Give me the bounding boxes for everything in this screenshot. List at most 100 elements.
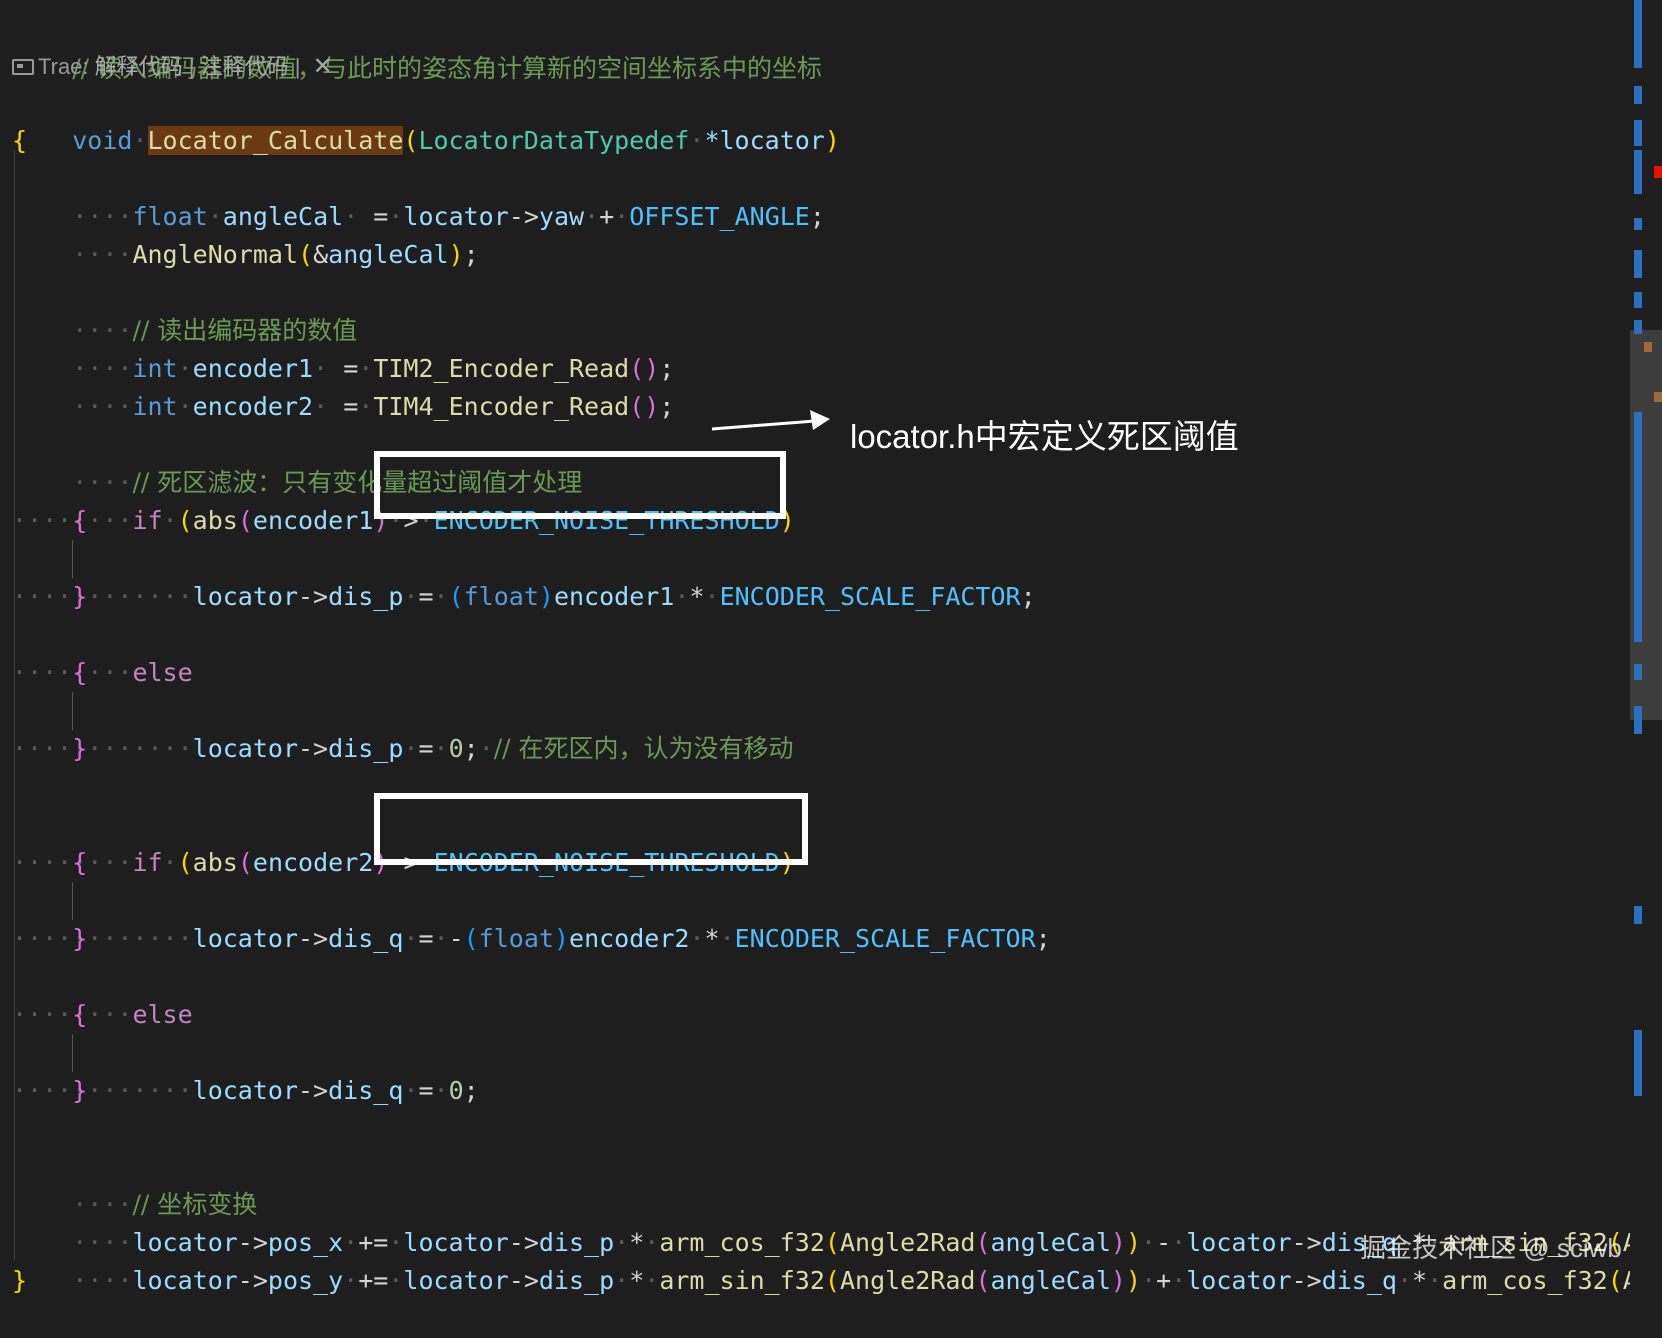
code-line-encoder2: ····int·encoder2· =·TIM4_Encoder_Read(); — [72, 392, 675, 421]
identifier: locator — [192, 734, 298, 763]
code-line-brace: ····} — [12, 924, 88, 953]
identifier: locator — [192, 1076, 298, 1105]
keyword-int: int — [132, 392, 178, 421]
change-marker — [1634, 0, 1642, 68]
code-line-else: ····else — [72, 658, 193, 687]
code-line-dis-p-zero: ········locator->dis_p·=·0;·// 在死区内，认为没有… — [72, 734, 794, 763]
number: 0 — [448, 1076, 464, 1105]
code-editor[interactable]: // 读入编码器的数值，与此时的姿态角计算新的空间坐标系中的坐标 Trae: 解… — [0, 0, 1662, 1300]
identifier: encoder2 — [569, 924, 690, 953]
macro: ENCODER_SCALE_FACTOR — [734, 924, 1036, 953]
highlight-box-threshold-1 — [374, 451, 786, 519]
annotate-code-link[interactable]: 注释代码 — [201, 52, 289, 82]
identifier: encoder2 — [252, 848, 374, 877]
keyword-else: else — [132, 658, 193, 687]
codelens-prefix: Trae: — [38, 54, 95, 79]
identifier: locator — [192, 582, 298, 611]
function-call: abs — [192, 848, 238, 877]
param-type: LocatorDataTypedef — [418, 126, 690, 155]
code-line-brace: ····{ — [12, 1000, 88, 1029]
watermark: 掘金技术社区 @ sciwb — [1360, 1233, 1622, 1263]
code-line-else: ····else — [72, 1000, 193, 1029]
code-line-brace: ····{ — [12, 506, 88, 535]
identifier: pos_y — [267, 1266, 344, 1295]
error-marker — [1654, 166, 1662, 178]
code-line-brace: ····} — [12, 582, 88, 611]
identifier: encoder1 — [553, 582, 675, 611]
identifier: angleCal — [328, 240, 449, 269]
change-marker — [1634, 150, 1642, 194]
code-line-dis-p-assign: ········locator->dis_p·=·(float)encoder1… — [72, 582, 1036, 611]
function-call: Angle2Rad — [839, 1266, 976, 1295]
code-line-dis-q-assign: ········locator->dis_q·=·-(float)encoder… — [72, 924, 1051, 953]
code-line-encoder1: ····int·encoder1· =·TIM2_Encoder_Read(); — [72, 354, 675, 383]
code-line-signature: void·Locator_Calculate(LocatorDataTypede… — [72, 126, 840, 155]
code-line-read-comment: ····// 读出编码器的数值 — [72, 316, 358, 345]
identifier: locator — [1186, 1266, 1292, 1295]
change-marker — [1634, 86, 1642, 104]
number: 0 — [448, 734, 464, 763]
code-line-pos-x: ····locator->pos_x·+=·locator->dis_p·*·a… — [12, 1186, 1662, 1257]
keyword-else: else — [132, 1000, 193, 1029]
identifier: dis_p — [328, 582, 404, 611]
change-marker — [1634, 906, 1642, 924]
code-line-transform-comment: ····// 坐标变换 — [72, 1190, 258, 1219]
code-line-close-brace: } — [12, 1266, 28, 1295]
identifier: encoder2 — [192, 392, 314, 421]
codelens-bar: Trae: 解释代码 | 注释代码 | ✕ — [12, 52, 333, 82]
identifier: encoder1 — [252, 506, 374, 535]
change-marker — [1634, 412, 1642, 642]
arrow-icon — [711, 410, 830, 431]
function-name[interactable]: Locator_Calculate — [147, 126, 404, 155]
code-line-anglecal: ····float·angleCal· =·locator->yaw·+·OFF… — [72, 202, 825, 231]
warning-marker — [1644, 342, 1652, 352]
keyword-if: if — [132, 506, 163, 535]
identifier: dis_q — [1321, 1266, 1397, 1295]
explain-code-link[interactable]: 解释代码 — [95, 52, 183, 82]
code-line-dis-q-zero: ········locator->dis_q·=·0; — [72, 1076, 479, 1105]
function-call: arm_sin_f32 — [659, 1266, 825, 1295]
keyword-if: if — [132, 848, 163, 877]
trae-icon — [12, 59, 34, 75]
warning-marker — [1654, 392, 1662, 402]
change-marker — [1634, 292, 1642, 308]
function-call: AngleNormal — [132, 240, 299, 269]
change-marker — [1634, 664, 1642, 680]
identifier: yaw — [538, 202, 585, 231]
identifier: angleCal — [990, 1266, 1111, 1295]
code-line-anglenormal: ····AngleNormal(&angleCal); — [72, 240, 479, 269]
highlight-box-threshold-2 — [374, 793, 808, 865]
change-marker — [1634, 706, 1642, 734]
codelens-separator: | — [182, 54, 201, 79]
keyword-void: void — [72, 126, 133, 155]
function-call: arm_cos_f32 — [1442, 1266, 1608, 1295]
code-line-brace: ····{ — [12, 658, 88, 687]
annotation-label: locator.h中宏定义死区阈值 — [850, 418, 1239, 455]
code-line-open-brace: { — [12, 126, 28, 155]
keyword-float: float — [478, 924, 554, 953]
change-marker — [1634, 1030, 1642, 1096]
change-marker — [1634, 320, 1642, 334]
function-call: abs — [192, 506, 238, 535]
macro: ENCODER_SCALE_FACTOR — [719, 582, 1021, 611]
change-marker — [1634, 120, 1642, 146]
codelens-separator: | — [288, 54, 307, 79]
code-line-brace: ····} — [12, 1076, 88, 1105]
function-call: TIM4_Encoder_Read — [373, 392, 630, 421]
identifier: locator — [192, 924, 298, 953]
code-line-comment-header: // 读入编码器的数值，与此时的姿态角计算新的空间坐标系中的坐标 — [12, 12, 822, 83]
macro: OFFSET_ANGLE — [629, 202, 810, 231]
identifier: dis_p — [538, 1266, 615, 1295]
identifier: dis_q — [328, 924, 404, 953]
code-line-brace: ····{ — [12, 848, 88, 877]
identifier: locator — [132, 1266, 238, 1295]
identifier: dis_q — [328, 1076, 404, 1105]
comment: // 在死区内，认为没有移动 — [493, 734, 794, 763]
identifier: locator — [403, 1266, 509, 1295]
code-line-brace: ····} — [12, 734, 88, 763]
change-marker — [1634, 218, 1642, 230]
change-marker — [1634, 250, 1642, 278]
keyword-float: float — [463, 582, 539, 611]
close-icon[interactable]: ✕ — [313, 52, 333, 82]
vertical-scrollbar[interactable] — [1630, 0, 1662, 1300]
